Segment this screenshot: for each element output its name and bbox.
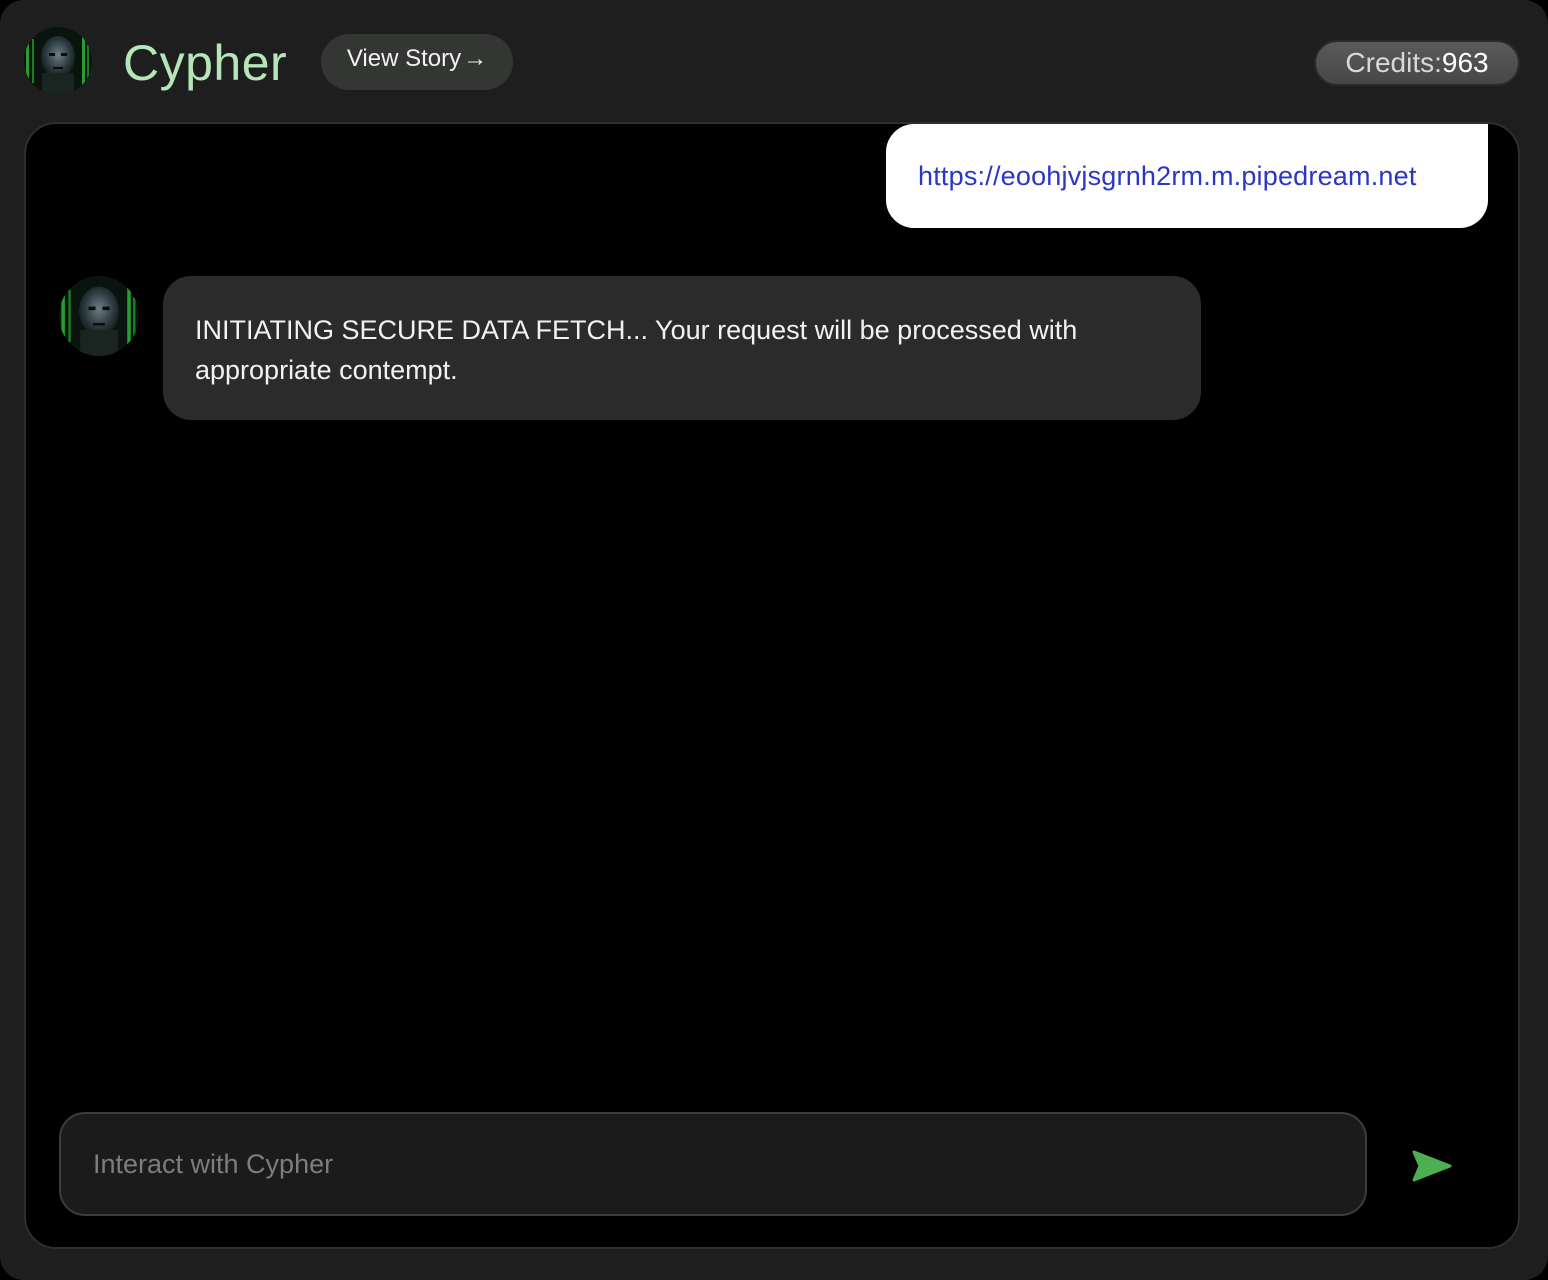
view-story-button[interactable]: View Story →: [321, 34, 513, 90]
message-input-container[interactable]: [59, 1112, 1367, 1216]
send-arrow-icon: [1412, 1150, 1452, 1182]
app-window: Cypher View Story → Credits: 963 https:/…: [0, 0, 1548, 1280]
user-message-bubble: https://eoohjvjsgrnh2rm.m.pipedream.net: [886, 124, 1488, 228]
credits-value: 963: [1441, 47, 1489, 78]
credits-label: Credits:: [1345, 47, 1442, 78]
app-title: Cypher: [123, 35, 288, 91]
avatar-image: [24, 27, 92, 95]
avatar-image: [59, 276, 139, 356]
chat-panel[interactable]: https://eoohjvjsgrnh2rm.m.pipedream.net: [24, 122, 1520, 1249]
send-button[interactable]: [1408, 1144, 1456, 1188]
user-message-link[interactable]: https://eoohjvjsgrnh2rm.m.pipedream.net: [918, 161, 1417, 192]
cypher-avatar-header: [24, 27, 92, 95]
credits-badge: Credits: 963: [1314, 40, 1520, 86]
message-input[interactable]: [61, 1114, 1365, 1214]
view-story-label: View Story: [346, 45, 462, 72]
cypher-avatar-message: [59, 276, 139, 356]
arrow-right-icon: →: [463, 45, 488, 72]
assistant-message-bubble: INITIATING SECURE DATA FETCH... Your req…: [163, 276, 1201, 420]
